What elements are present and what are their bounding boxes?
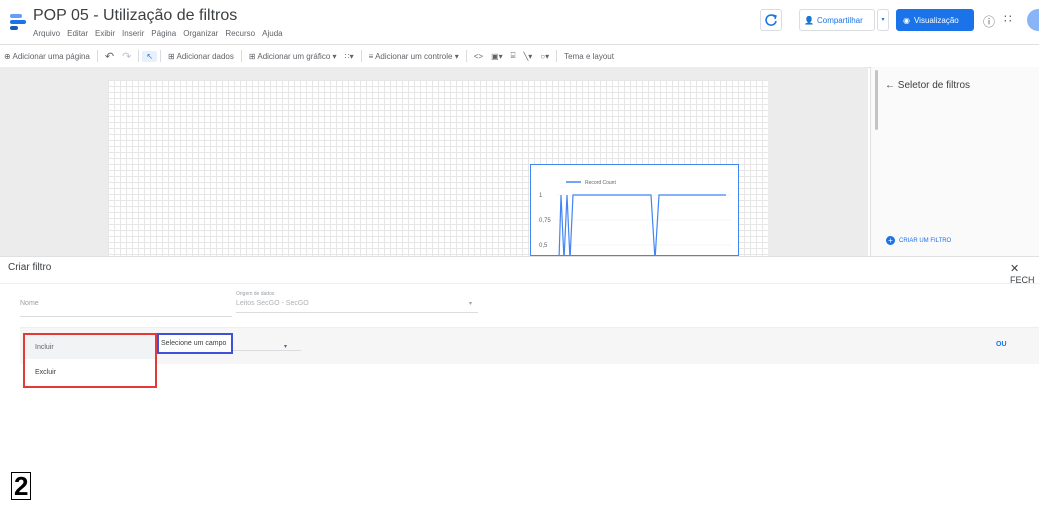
chevron-down-icon: ▾ [881, 17, 885, 23]
text-box-icon[interactable]: ⌸ [507, 51, 520, 61]
add-data-icon: ⊞ [168, 51, 175, 61]
community-viz-icon[interactable]: ∷▾ [341, 52, 358, 61]
add-circle-icon: + [886, 236, 895, 245]
filter-control-icon: ≡ [368, 51, 374, 61]
datasource-label: Origem de dados [236, 291, 275, 297]
menu-pagina[interactable]: Página [151, 29, 176, 38]
eye-icon: ◉ [903, 15, 910, 25]
field-select[interactable]: Selecione um campo [157, 333, 233, 354]
help-icon[interactable]: ⓘ [983, 13, 995, 30]
close-button[interactable]: ✕ FECH [1010, 262, 1039, 285]
menu-editar[interactable]: Editar [67, 29, 88, 38]
view-button[interactable]: ◉ Visualização [896, 9, 974, 31]
menu-bar: Arquivo Editar Exibir Inserir Página Org… [33, 29, 283, 38]
undo-icon[interactable]: ↶ [101, 50, 118, 63]
scrollbar[interactable] [875, 70, 878, 130]
view-label: Visualização [913, 15, 959, 25]
add-chart-label: Adicionar um gráfico [257, 51, 331, 61]
chevron-down-icon: ▾ [454, 51, 459, 61]
option-include[interactable]: Incluir [25, 335, 155, 359]
chevron-down-icon: ▾ [332, 51, 337, 61]
refresh-button[interactable] [760, 9, 782, 31]
add-control-label: Adicionar um controle [375, 51, 453, 61]
field-select-underline [233, 350, 301, 351]
menu-organizar[interactable]: Organizar [183, 29, 218, 38]
option-exclude[interactable]: Excluir [25, 360, 155, 384]
toolbar-divider [138, 50, 140, 62]
share-dropdown-button[interactable]: ▾ [877, 9, 889, 31]
refresh-icon [765, 14, 777, 26]
add-page-label: Adicionar uma página [12, 51, 90, 61]
panel-header[interactable]: ← Seletor de filtros [885, 80, 970, 91]
add-data-button[interactable]: ⊞ Adicionar dados [164, 52, 238, 61]
line-tool-icon[interactable]: ╲▾ [519, 52, 536, 61]
close-label: FECH [1010, 275, 1035, 285]
redo-icon[interactable]: ↷ [118, 50, 135, 63]
create-filter-label: CRIAR UM FILTRO [899, 237, 952, 244]
image-icon[interactable]: ▣▾ [487, 52, 507, 61]
add-chart-icon: ⊞ [248, 51, 256, 61]
filter-selector-panel [870, 67, 1039, 256]
y-tick-label: 1 [539, 193, 543, 199]
y-tick-label: 0,75 [539, 218, 551, 224]
series-line-record-count [558, 194, 726, 255]
add-page-button[interactable]: ⊕ Adicionar uma página [0, 52, 94, 61]
back-arrow-icon[interactable]: ← [885, 80, 895, 91]
add-circle-icon: ⊕ [4, 51, 11, 61]
time-series-chart[interactable]: Record Count 1 0,75 0,5 [530, 164, 739, 256]
share-label: Compartilhar [816, 15, 863, 25]
toolbar: ⊕ Adicionar uma página ↶ ↷ ↖ ⊞ Adicionar… [0, 44, 1039, 68]
toolbar-divider [465, 50, 467, 62]
menu-exibir[interactable]: Exibir [95, 29, 115, 38]
step-number-label: 2 [11, 472, 32, 500]
chart-svg: Record Count 1 0,75 0,5 [539, 180, 731, 255]
menu-inserir[interactable]: Inserir [122, 29, 144, 38]
report-title[interactable]: POP 05 - Utilização de filtros [33, 7, 237, 25]
toolbar-divider [360, 50, 362, 62]
create-filter-button[interactable]: + CRIAR UM FILTRO [886, 236, 951, 245]
apps-grid-icon[interactable]: ∷ [1004, 12, 1012, 26]
toolbar-divider [96, 50, 98, 62]
theme-layout-button[interactable]: Tema e layout [560, 52, 618, 61]
shape-tool-icon[interactable]: ○▾ [536, 52, 553, 61]
data-studio-logo-icon [10, 14, 26, 30]
menu-recurso[interactable]: Recurso [225, 29, 255, 38]
datasource-select[interactable]: Leitos SecGO - SecGO ▾ [236, 300, 478, 313]
add-control-button[interactable]: ≡ Adicionar um controle ▾ [365, 52, 463, 61]
close-icon: ✕ [1010, 263, 1020, 275]
chevron-down-icon: ▾ [468, 301, 472, 307]
share-button[interactable]: 👤 Compartilhar [799, 9, 875, 31]
add-data-label: Adicionar dados [176, 51, 234, 61]
or-button[interactable]: OU [996, 341, 1007, 348]
datasource-value: Leitos SecGO - SecGO [236, 300, 309, 307]
chevron-down-icon[interactable]: ▾ [284, 343, 287, 350]
filter-name-input[interactable]: Nome [20, 300, 232, 317]
panel-title: Seletor de filtros [897, 80, 971, 91]
add-chart-button[interactable]: ⊞ Adicionar um gráfico ▾ [245, 52, 341, 61]
dialog-title: Criar filtro [8, 262, 52, 273]
legend-label: Record Count [585, 180, 616, 186]
menu-ajuda[interactable]: Ajuda [262, 29, 282, 38]
embed-code-icon[interactable]: <> [470, 52, 487, 61]
toolbar-divider [240, 50, 242, 62]
select-cursor-icon[interactable]: ↖ [142, 50, 158, 62]
toolbar-divider [160, 50, 162, 62]
create-filter-dialog-header [0, 256, 1039, 284]
add-person-icon: 👤 [804, 15, 814, 25]
toolbar-divider [556, 50, 558, 62]
y-tick-label: 0,5 [539, 243, 548, 249]
menu-arquivo[interactable]: Arquivo [33, 29, 60, 38]
